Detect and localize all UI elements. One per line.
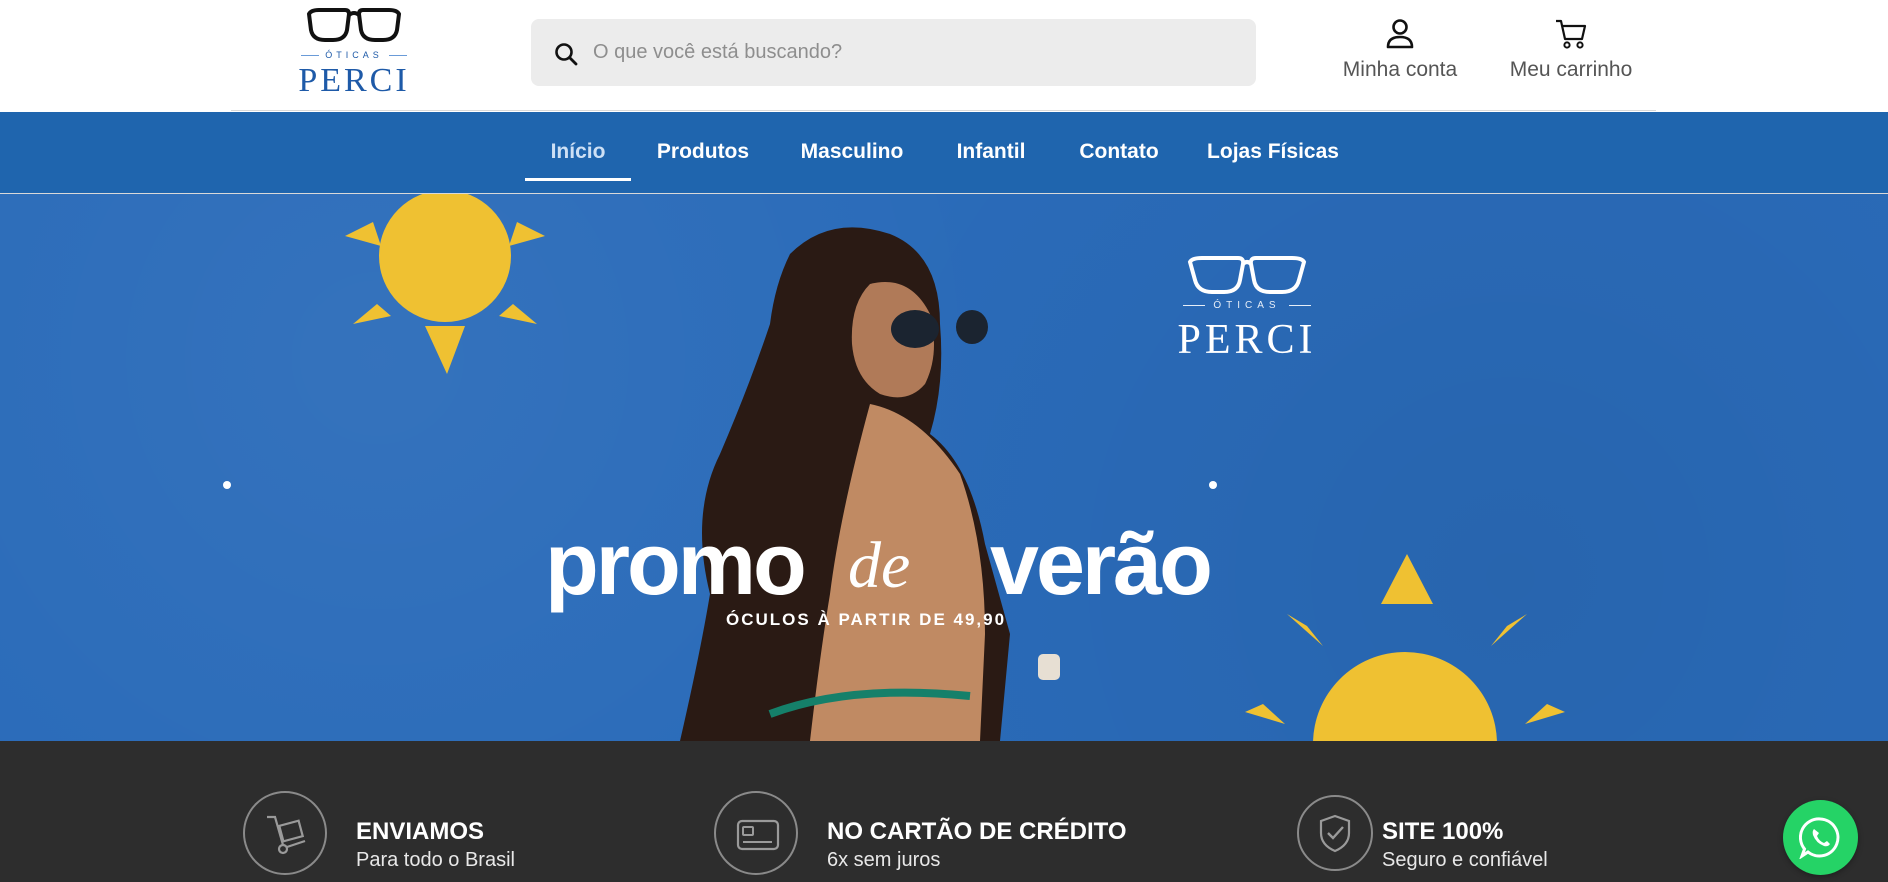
- glasses-logo-icon: [306, 8, 402, 42]
- banner-logo-subtitle: ÓTICAS: [1162, 300, 1332, 311]
- search-bar[interactable]: [531, 19, 1256, 86]
- credit-card-icon: [736, 819, 780, 851]
- cart-icon: [1556, 19, 1587, 49]
- hero-banner[interactable]: ÓTICAS PERCI promo de verão ÓCULOS À PAR…: [0, 194, 1888, 741]
- nav-item-produtos[interactable]: Produtos: [648, 112, 758, 194]
- nav-item-contato[interactable]: Contato: [1070, 112, 1168, 194]
- sun-illustration: [345, 194, 545, 374]
- account-link[interactable]: Minha conta: [1322, 18, 1478, 88]
- feature-icon-circle: [1297, 795, 1373, 871]
- nav-item-inicio[interactable]: Início: [525, 112, 631, 194]
- feature-icon-circle: [243, 791, 327, 875]
- banner-title-de: de: [848, 529, 911, 602]
- feature-text: Para todo o Brasil: [356, 849, 515, 871]
- brand-logo[interactable]: ÓTICAS PERCI: [289, 6, 419, 98]
- header-divider: [231, 110, 1656, 111]
- logo-subtitle: ÓTICAS: [289, 50, 419, 60]
- banner-logo-wordmark: PERCI: [1177, 317, 1317, 363]
- feature-credit-card: NO CARTÃO DE CRÉDITO 6x sem juros: [714, 791, 1174, 881]
- sun-illustration: [1245, 554, 1565, 741]
- banner-title-promo: promo: [545, 514, 807, 613]
- whatsapp-icon: [1799, 817, 1840, 859]
- banner-subtitle: ÓCULOS À PARTIR DE 49,90: [726, 610, 1007, 629]
- active-nav-indicator: [525, 178, 631, 181]
- main-nav: Início Produtos Masculino Infantil Conta…: [0, 112, 1888, 194]
- nav-item-lojas-fisicas[interactable]: Lojas Físicas: [1200, 112, 1346, 194]
- hand-truck-icon: [267, 815, 306, 855]
- cart-label: Meu carrinho: [1509, 58, 1633, 81]
- nav-item-masculino[interactable]: Masculino: [790, 112, 914, 194]
- account-label: Minha conta: [1342, 58, 1458, 81]
- feature-text: Seguro e confiável: [1382, 849, 1548, 871]
- feature-text: 6x sem juros: [827, 849, 941, 871]
- whatsapp-button[interactable]: [1783, 800, 1858, 875]
- banner-brand-logo: ÓTICAS PERCI: [1162, 254, 1332, 374]
- feature-icon-circle: [714, 791, 798, 875]
- carousel-prev-dot[interactable]: [223, 481, 231, 489]
- glasses-logo-icon: [1187, 256, 1307, 294]
- shield-check-icon: [1319, 814, 1351, 853]
- logo-wordmark: PERCI: [298, 62, 410, 99]
- feature-secure-site: SITE 100% Seguro e confiável: [1297, 791, 1627, 881]
- nav-item-infantil[interactable]: Infantil: [948, 112, 1034, 194]
- site-header: ÓTICAS PERCI Minha conta Meu carrinho: [0, 0, 1888, 111]
- feature-title: NO CARTÃO DE CRÉDITO: [827, 818, 1127, 845]
- features-bar: ENVIAMOS Para todo o Brasil NO CARTÃO DE…: [0, 741, 1888, 882]
- feature-title: ENVIAMOS: [356, 818, 485, 845]
- cart-link[interactable]: Meu carrinho: [1490, 18, 1652, 88]
- feature-title: SITE 100%: [1382, 818, 1504, 845]
- model-photo: [680, 227, 1060, 741]
- feature-shipping: ENVIAMOS Para todo o Brasil: [243, 791, 603, 881]
- search-icon[interactable]: [553, 41, 579, 67]
- banner-title-verao: verão: [990, 514, 1213, 613]
- search-input[interactable]: [593, 19, 1233, 86]
- user-icon: [1386, 19, 1414, 49]
- carousel-next-dot[interactable]: [1209, 481, 1217, 489]
